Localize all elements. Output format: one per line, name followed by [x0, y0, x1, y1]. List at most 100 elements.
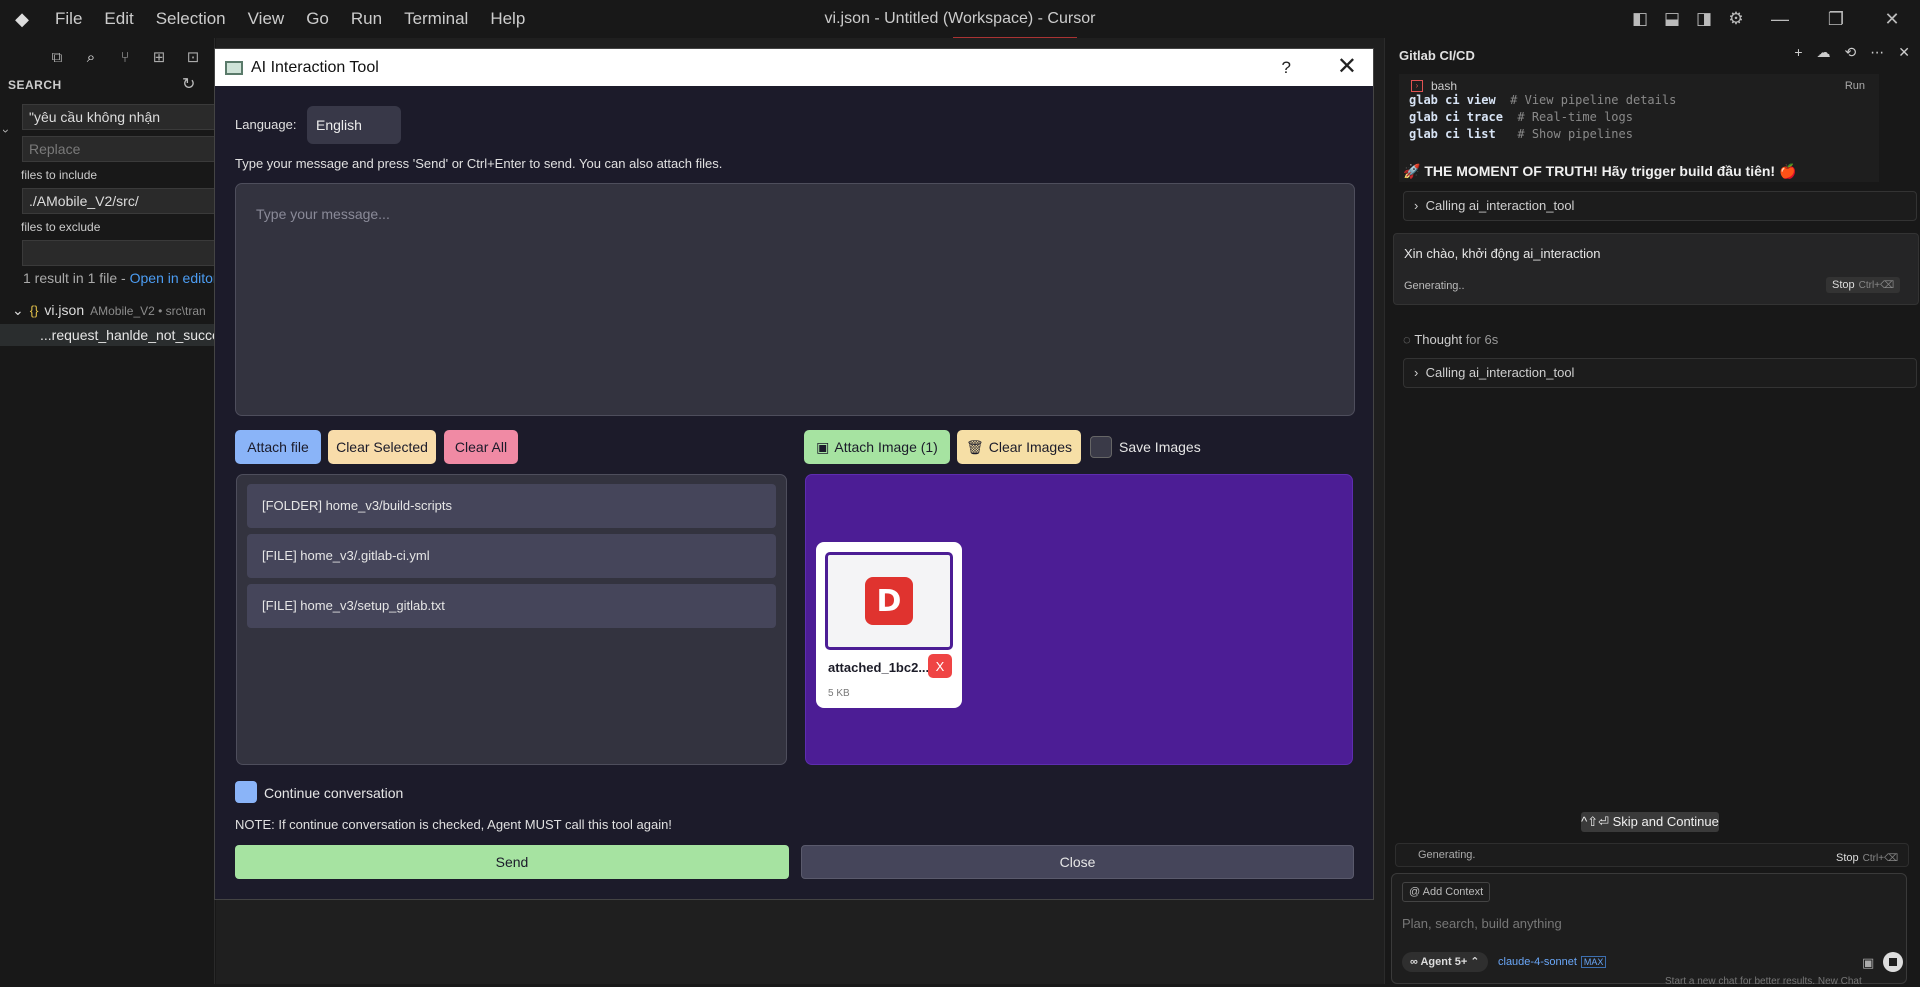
add-context-button[interactable]: @ Add Context	[1402, 882, 1491, 902]
attach-file-button[interactable]: Attach file	[235, 430, 321, 464]
new-chat-icon[interactable]: +	[1794, 44, 1802, 61]
save-images-checkbox[interactable]	[1090, 436, 1112, 458]
menu-view[interactable]: View	[237, 0, 296, 38]
code-command: glab ci list	[1409, 127, 1503, 141]
image-card[interactable]: D attached_1bc2... X 5 KB	[816, 542, 962, 708]
close-dialog-icon[interactable]: ✕	[1337, 52, 1357, 81]
menu-selection[interactable]: Selection	[145, 0, 237, 38]
generating-bar: Generating. Stop Ctrl+⌫	[1395, 843, 1909, 867]
toggle-secondary-sidebar-icon[interactable]: ◨	[1688, 0, 1720, 38]
search-icon[interactable]: ⌕	[78, 44, 104, 70]
more-icon[interactable]: ⋯	[1870, 44, 1884, 61]
attach-image-button[interactable]: ▣ Attach Image (1)	[804, 430, 950, 464]
stop-shortcut: Ctrl+⌫	[1858, 280, 1895, 291]
menu-file[interactable]: File	[44, 0, 93, 38]
menu-go[interactable]: Go	[295, 0, 340, 38]
chevron-down-icon[interactable]: ⌄	[12, 302, 24, 318]
chevron-toggle-replace-icon[interactable]: ›	[0, 129, 13, 133]
chat-header-actions: + ☁ ⟲ ⋯ ✕	[1794, 44, 1910, 61]
search-result-summary: 1 result in 1 file - Open in editor	[23, 270, 218, 286]
thought-indicator[interactable]: ◌ Thought for 6s	[1403, 332, 1498, 347]
title-bar-controls: ◧ ⬓ ◨ ⚙ — ❐ ✕	[1624, 0, 1920, 38]
files-to-exclude-input[interactable]	[22, 240, 215, 266]
menu-edit[interactable]: Edit	[93, 0, 144, 38]
image-icon: ▣	[816, 438, 830, 455]
remote-icon[interactable]: ⊡	[180, 44, 206, 70]
menu-terminal[interactable]: Terminal	[393, 0, 479, 38]
code-language: bash	[1431, 79, 1458, 93]
app-logo-image: D	[865, 577, 913, 625]
user-message-text: Xin chào, khởi động ai_interaction	[1404, 246, 1601, 261]
result-count: 1 result in 1 file -	[23, 270, 130, 286]
list-item[interactable]: [FOLDER] home_v3/build-scripts	[247, 484, 776, 528]
clear-all-button[interactable]: Clear All	[444, 430, 518, 464]
continue-conversation-checkbox[interactable]	[235, 781, 257, 803]
stop-generation-button[interactable]: Stop Ctrl+⌫	[1830, 845, 1904, 872]
menu-help[interactable]: Help	[479, 0, 536, 38]
skip-and-continue-button[interactable]: ^⇧⏎ Skip and Continue	[1581, 812, 1719, 832]
source-control-icon[interactable]: ⑂	[112, 44, 138, 70]
continue-conversation-label: Continue conversation	[264, 785, 404, 801]
help-icon[interactable]: ?	[1282, 58, 1291, 78]
toggle-primary-sidebar-icon[interactable]: ◧	[1624, 0, 1656, 38]
code-comment: # View pipeline details	[1502, 93, 1677, 107]
settings-gear-icon[interactable]: ⚙	[1720, 0, 1752, 38]
menu-run[interactable]: Run	[340, 0, 393, 38]
window-title: vi.json - Untitled (Workspace) - Cursor	[824, 10, 1096, 27]
message-input[interactable]: Type your message...	[235, 183, 1355, 416]
stop-icon[interactable]	[1883, 952, 1903, 972]
remove-image-button[interactable]: X	[928, 654, 952, 678]
extensions-icon[interactable]: ⊞	[146, 44, 172, 70]
clear-selected-button[interactable]: Clear Selected	[328, 430, 436, 464]
agent-mode-select[interactable]: ∞ Agent 5+ ⌃	[1402, 952, 1488, 972]
cursor-logo-icon: ◆	[15, 8, 29, 29]
chevron-right-icon: ›	[1414, 365, 1419, 380]
open-in-editor-link[interactable]: Open in editor	[130, 270, 218, 286]
sidebar-toolbar: ⧉ ⌕ ⑂ ⊞ ⊡	[44, 44, 206, 70]
files-to-include-input[interactable]: ./AMobile_V2/src/	[22, 188, 215, 214]
attached-files-list: [FOLDER] home_v3/build-scripts [FILE] ho…	[236, 474, 787, 765]
replace-input[interactable]: Replace	[22, 136, 215, 162]
cloud-icon[interactable]: ☁	[1817, 44, 1831, 61]
result-file-path: AMobile_V2 • src\tran	[90, 304, 206, 318]
stop-label: Stop	[1836, 852, 1859, 864]
model-select[interactable]: claude-4-sonnet MAX	[1498, 952, 1607, 972]
toggle-panel-icon[interactable]: ⬓	[1656, 0, 1688, 38]
user-message[interactable]: Xin chào, khởi động ai_interaction Gener…	[1393, 233, 1919, 305]
code-line: glab ci view # View pipeline details	[1399, 92, 1879, 109]
list-item[interactable]: [FILE] home_v3/setup_gitlab.txt	[247, 584, 776, 628]
attach-image-label: Attach Image (1)	[834, 439, 938, 455]
clear-images-label: Clear Images	[988, 439, 1073, 455]
chat-title: Gitlab CI/CD	[1399, 48, 1475, 63]
attach-image-icon[interactable]: ▣	[1862, 955, 1874, 971]
result-file-row[interactable]: ⌄ {} vi.json AMobile_V2 • src\tran	[12, 302, 206, 319]
close-panel-icon[interactable]: ✕	[1898, 44, 1910, 61]
result-match-line[interactable]: ...request_hanlde_not_success	[0, 324, 215, 346]
trash-icon: 🗑	[965, 438, 984, 455]
close-button[interactable]: Close	[801, 845, 1354, 879]
generating-label: Generating.	[1418, 849, 1476, 861]
code-command: glab ci view	[1409, 93, 1503, 107]
minimize-icon[interactable]: —	[1752, 0, 1808, 38]
stop-button[interactable]: Stop Ctrl+⌫	[1826, 277, 1901, 293]
language-select[interactable]: English	[307, 106, 401, 144]
message-placeholder: Type your message...	[256, 206, 390, 222]
language-label: Language:	[235, 117, 297, 132]
menu-bar: File Edit Selection View Go Run Terminal…	[44, 0, 536, 38]
close-window-icon[interactable]: ✕	[1864, 0, 1920, 38]
run-button[interactable]: Run	[1845, 80, 1865, 92]
list-item[interactable]: [FILE] home_v3/.gitlab-ci.yml	[247, 534, 776, 578]
restore-icon[interactable]: ❐	[1808, 0, 1864, 38]
send-button[interactable]: Send	[235, 845, 789, 879]
history-icon[interactable]: ⟲	[1845, 44, 1857, 61]
generating-status: Generating..	[1404, 280, 1465, 292]
thought-label: Thought	[1414, 332, 1463, 347]
clear-images-button[interactable]: 🗑 Clear Images	[957, 430, 1081, 464]
tool-call-collapsible[interactable]: › Calling ai_interaction_tool	[1403, 191, 1917, 221]
chat-input[interactable]: Plan, search, build anything	[1402, 916, 1562, 931]
save-images-label: Save Images	[1119, 439, 1201, 455]
refresh-icon[interactable]: ↻	[182, 74, 195, 94]
search-input[interactable]: "yêu cầu không nhận	[22, 104, 215, 130]
tool-call-collapsible[interactable]: › Calling ai_interaction_tool	[1403, 358, 1917, 388]
explorer-icon[interactable]: ⧉	[44, 44, 70, 70]
